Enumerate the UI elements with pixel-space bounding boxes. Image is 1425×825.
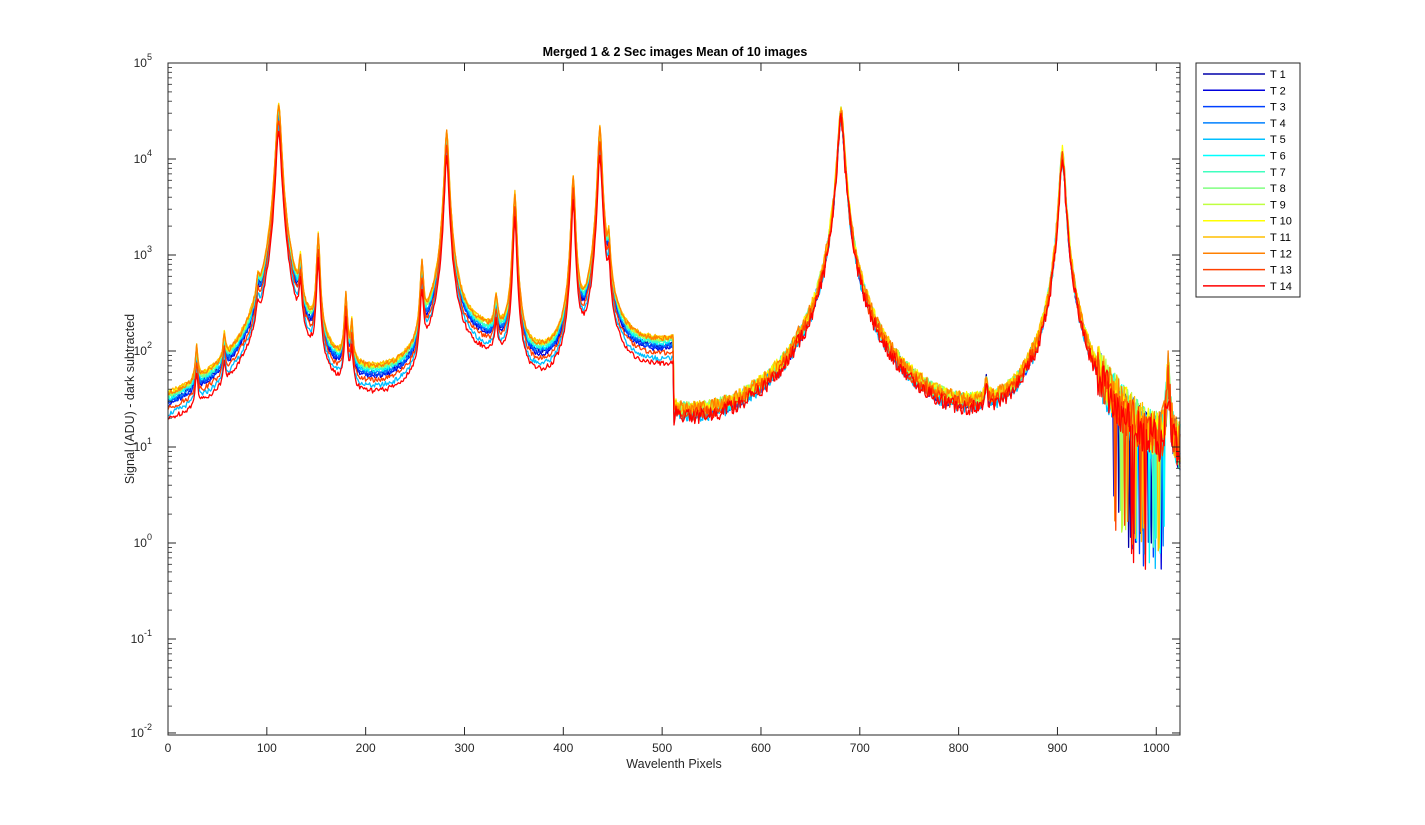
legend-label: T 12 — [1270, 248, 1292, 260]
y-tick-exponent: 2 — [147, 340, 152, 350]
plot-area: 0 100 200 300 400 500 600 700 800 900 1000 10-210-… — [131, 52, 1181, 755]
y-tick-exponent: 5 — [147, 52, 152, 62]
legend-label: T 8 — [1270, 183, 1286, 195]
x-tick-label: 900 — [1047, 741, 1067, 755]
legend[interactable]: T 1 T 2 T 3 T 4 T 5 T 6 T 7 T 8 T 9 T 10 T 11 T 12 T… — [1195, 62, 1301, 298]
x-tick-label: 400 — [553, 741, 573, 755]
legend-label: T 4 — [1270, 118, 1286, 130]
legend-label: T 5 — [1270, 134, 1286, 146]
y-tick-exponent: -2 — [144, 722, 152, 732]
legend-label: T 3 — [1270, 102, 1286, 114]
y-tick-exponent: 3 — [147, 244, 152, 254]
x-tick-label: 300 — [454, 741, 474, 755]
legend-label: T 14 — [1270, 281, 1292, 293]
x-tick-label: 500 — [652, 741, 672, 755]
x-tick-label: 700 — [850, 741, 870, 755]
y-tick-exponent: 1 — [147, 436, 152, 446]
legend-label: T 9 — [1270, 199, 1286, 211]
y-tick-exponent: -1 — [144, 628, 152, 638]
y-axis-label: Signal (ADU) - dark subtracted — [123, 314, 137, 484]
x-tick-label: 200 — [356, 741, 376, 755]
legend-label: T 2 — [1270, 85, 1286, 97]
legend-box — [1195, 62, 1301, 298]
x-tick-label: 1000 — [1143, 741, 1170, 755]
legend-label: T 6 — [1270, 151, 1286, 163]
legend-label: T 13 — [1270, 265, 1292, 277]
x-tick-label: 600 — [751, 741, 771, 755]
legend-label: T 11 — [1270, 232, 1291, 244]
chart-title: Merged 1 & 2 Sec images Mean of 10 image… — [543, 45, 808, 59]
legend-label: T 10 — [1270, 216, 1292, 228]
x-tick-label: 800 — [949, 741, 969, 755]
spectrum-figure: Merged 1 & 2 Sec images Mean of 10 image… — [0, 0, 1425, 825]
legend-label: T 1 — [1270, 69, 1286, 81]
y-tick-exponent: 4 — [147, 148, 152, 158]
legend-label: T 7 — [1270, 167, 1286, 179]
y-tick-exponent: 0 — [147, 532, 152, 542]
x-tick-label: 0 — [165, 741, 172, 755]
x-axis-label: Wavelenth Pixels — [626, 757, 721, 771]
x-tick-label: 100 — [257, 741, 277, 755]
